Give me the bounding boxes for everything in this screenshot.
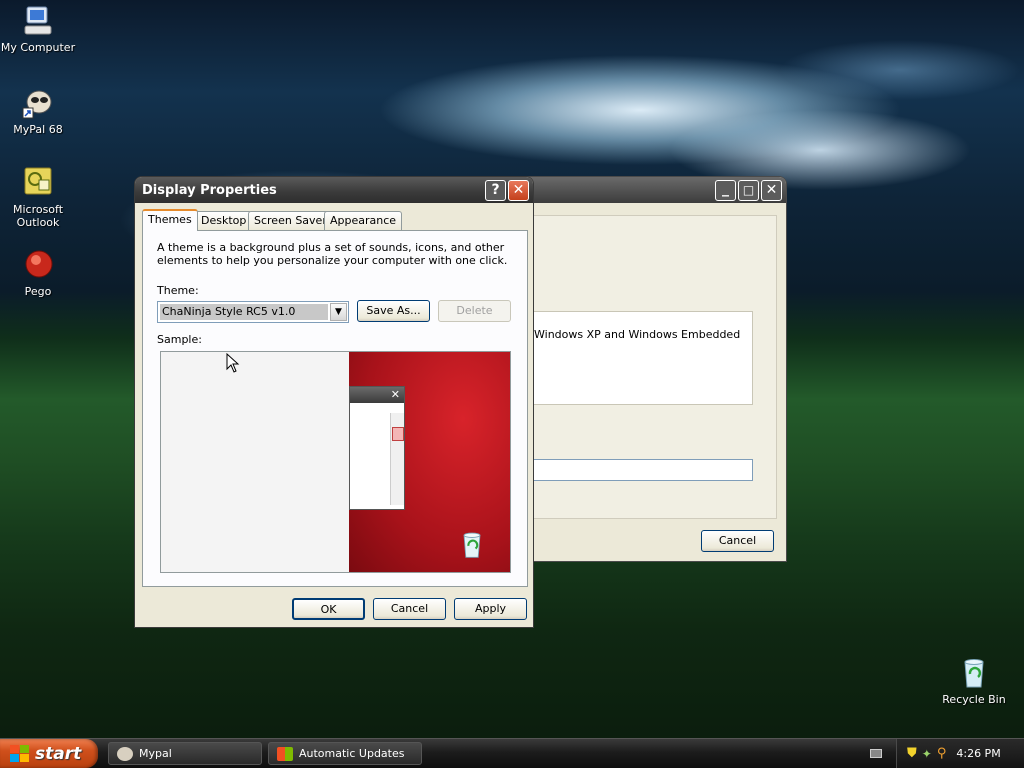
chevron-down-icon[interactable]: ▼ — [330, 303, 347, 321]
close-icon[interactable]: ✕ — [761, 179, 782, 201]
desktop-icon-pego[interactable]: Pego — [0, 248, 76, 298]
sample-label: Sample: — [157, 333, 202, 346]
automatic-updates-window[interactable]: _ □ ✕ Windows XP and Windows Embedded Ca… — [500, 176, 787, 562]
dialog-title-bar[interactable]: Display Properties ? ✕ — [135, 177, 533, 203]
desktop-icon-outlook[interactable]: Microsoft Outlook — [0, 166, 76, 229]
help-icon[interactable]: ? — [485, 179, 506, 201]
clock[interactable]: 4:26 PM — [956, 747, 1000, 760]
taskbar: start Mypal Automatic Updates ⛊ ✦ ⚲ 4:26… — [0, 738, 1024, 768]
themes-tab-page: A theme is a background plus a set of so… — [142, 230, 528, 587]
tab-themes[interactable]: Themes — [142, 209, 198, 231]
bg-window-text-box: Windows XP and Windows Embedded — [521, 311, 753, 405]
dialog-title: Display Properties — [142, 182, 277, 198]
theme-sample-preview: ✕ — [160, 351, 511, 573]
theme-label: Theme: — [157, 284, 199, 297]
desktop-icon-mypal[interactable]: MyPal 68 — [0, 86, 76, 136]
apply-button[interactable]: Apply — [454, 598, 527, 620]
desktop-icon-my-computer[interactable]: My Computer — [0, 4, 76, 54]
desktop-icon-recycle-bin[interactable]: Recycle Bin — [936, 656, 1012, 706]
display-properties-dialog[interactable]: Display Properties ? ✕ Themes Desktop Sc… — [134, 176, 534, 628]
sample-window-titlebar: ✕ — [350, 387, 404, 403]
sample-scroll-thumb — [392, 427, 404, 441]
pego-icon — [21, 248, 55, 282]
window-title-bar[interactable]: _ □ ✕ — [501, 177, 786, 203]
cancel-button[interactable]: Cancel — [373, 598, 446, 620]
windows-update-icon — [277, 746, 293, 761]
sample-scrollbar — [390, 413, 404, 505]
bg-cancel-button[interactable]: Cancel — [701, 530, 774, 552]
tab-screen-saver[interactable]: Screen Saver — [248, 211, 333, 230]
maximize-icon[interactable]: □ — [738, 179, 759, 201]
desktop-icon-label: MyPal 68 — [13, 123, 63, 136]
search-icon[interactable]: ⚲ — [937, 746, 947, 761]
theme-select[interactable]: ChaNinja Style RC5 v1.0 ▼ — [157, 301, 349, 323]
desktop-icon-label: Recycle Bin — [942, 693, 1006, 706]
start-label: start — [35, 743, 82, 764]
tab-appearance[interactable]: Appearance — [324, 211, 403, 230]
desktop-icon-label: Microsoft Outlook — [12, 203, 64, 229]
bg-window-text: Windows XP and Windows Embedded — [534, 328, 741, 341]
keyboard-icon[interactable] — [870, 749, 882, 758]
theme-select-value: ChaNinja Style RC5 v1.0 — [160, 304, 328, 320]
save-as-button[interactable]: Save As... — [357, 300, 430, 322]
recycle-bin-icon — [957, 656, 991, 690]
taskbar-item-label: Automatic Updates — [299, 747, 405, 760]
minimize-icon[interactable]: _ — [715, 179, 736, 201]
windows-logo-icon — [10, 744, 30, 763]
sample-recycle-bin-icon — [457, 530, 487, 563]
mouse-pointer-icon — [226, 352, 240, 376]
ok-button[interactable]: OK — [292, 598, 365, 620]
mypal-icon — [21, 86, 55, 120]
computer-icon — [21, 4, 55, 38]
close-icon: ✕ — [390, 388, 400, 401]
tab-desktop[interactable]: Desktop — [195, 211, 253, 230]
theme-description: A theme is a background plus a set of so… — [157, 241, 508, 267]
desktop-icon-label: Pego — [24, 285, 52, 298]
taskbar-item-automatic-updates[interactable]: Automatic Updates — [268, 742, 422, 765]
taskbar-item-mypal[interactable]: Mypal — [108, 742, 262, 765]
mypal-icon — [117, 746, 133, 761]
sample-window: ✕ — [349, 386, 405, 510]
taskbar-item-label: Mypal — [139, 747, 172, 760]
outlook-icon — [21, 166, 55, 200]
network-icon[interactable]: ✦ — [922, 747, 932, 761]
desktop-icon-label: My Computer — [0, 41, 76, 54]
bg-window-field[interactable] — [521, 459, 753, 481]
close-icon[interactable]: ✕ — [508, 179, 529, 201]
start-button[interactable]: start — [0, 739, 98, 768]
security-shield-icon[interactable]: ⛊ — [907, 746, 917, 761]
delete-button[interactable]: Delete — [438, 300, 511, 322]
sample-blank-area — [161, 352, 349, 572]
system-tray: ⛊ ✦ ⚲ 4:26 PM — [896, 739, 1024, 768]
